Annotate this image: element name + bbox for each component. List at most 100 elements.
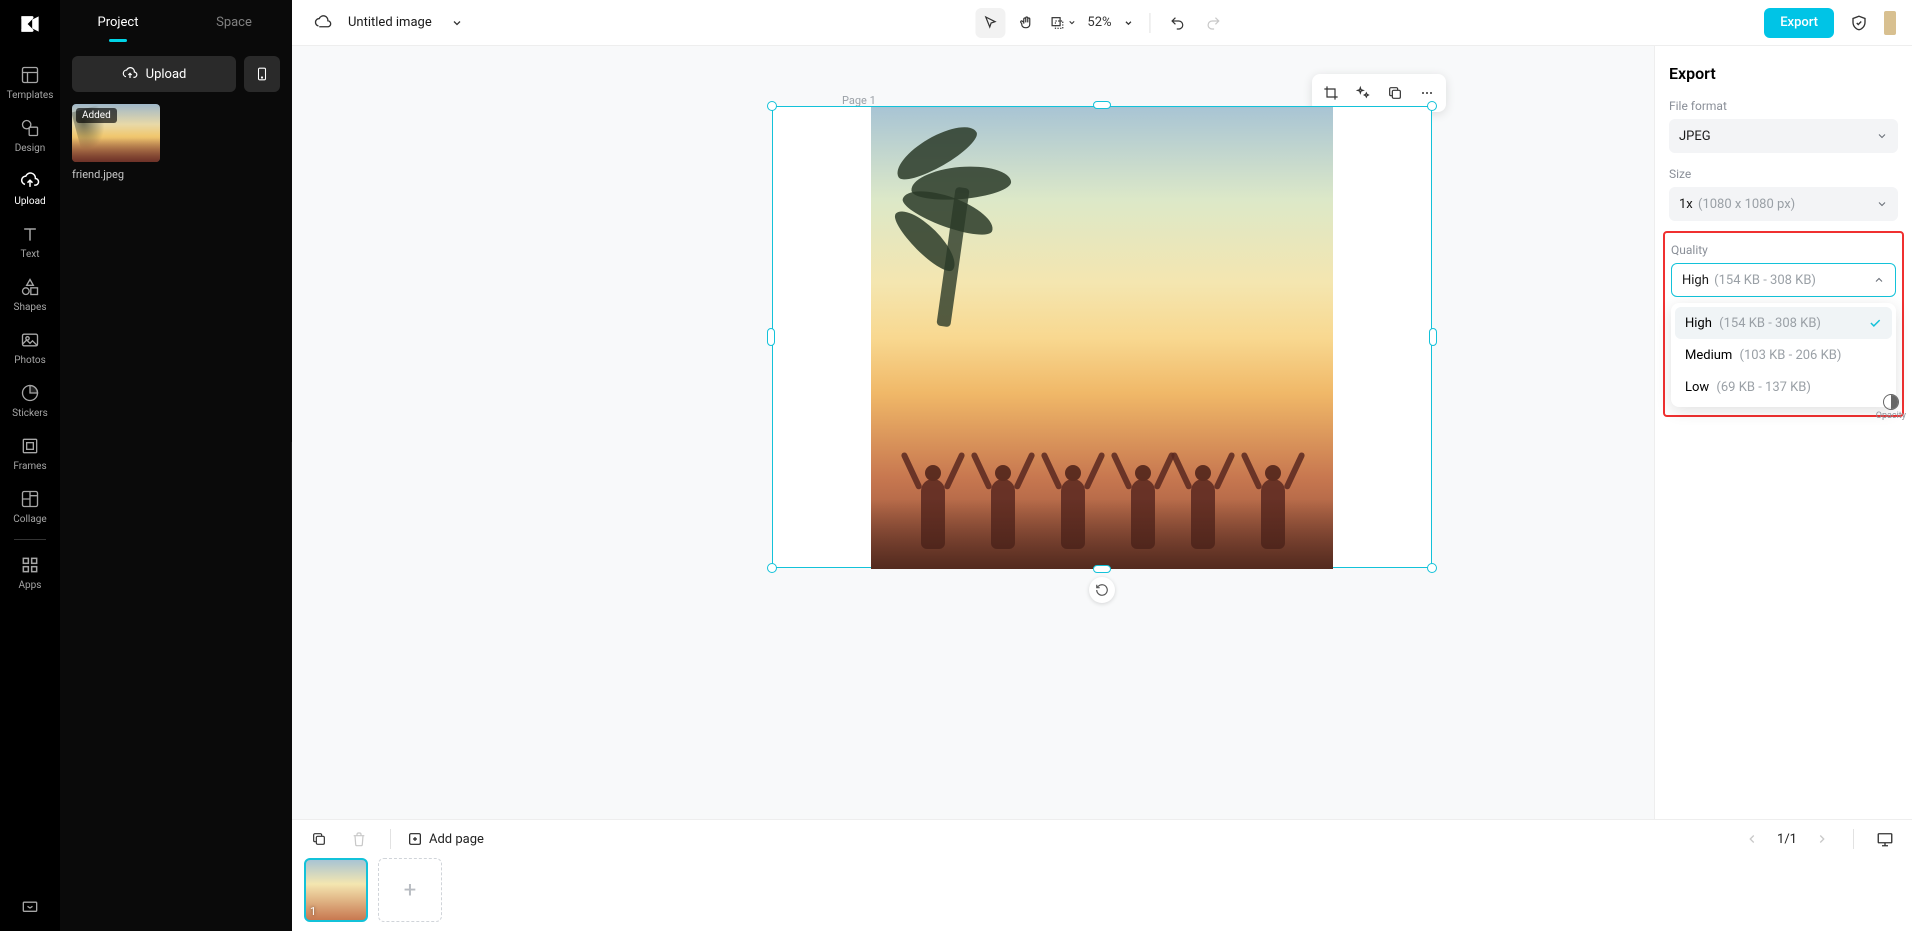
cloud-sync-button[interactable] [308, 8, 338, 38]
photos-icon [19, 329, 41, 351]
chevron-down-icon [451, 17, 463, 29]
file-format-select[interactable]: JPEG [1669, 119, 1898, 153]
left-rail: Templates Design Upload Text Shapes Phot… [0, 0, 60, 931]
presentation-icon [19, 897, 41, 919]
resize-handle-mr[interactable] [1429, 328, 1437, 346]
resize-handle-bl[interactable] [767, 563, 777, 573]
upload-icon [19, 170, 41, 192]
effects-button[interactable] [1348, 78, 1378, 108]
bottom-strip: Add page 1/1 1 + [292, 819, 1912, 931]
page-thumbnail-1[interactable]: 1 [304, 858, 368, 922]
doc-title-dropdown[interactable] [442, 8, 472, 38]
divider [1853, 829, 1854, 849]
selection-frame[interactable] [772, 106, 1432, 568]
pages-delete-button[interactable] [344, 824, 374, 854]
resize-handle-br[interactable] [1427, 563, 1437, 573]
media-thumbnail[interactable]: Added friend.jpeg [72, 104, 160, 181]
apps-icon [19, 554, 41, 576]
resize-dropdown[interactable] [1047, 8, 1077, 38]
rail-text[interactable]: Text [0, 215, 60, 268]
cloud-icon [314, 14, 332, 32]
quality-option-low[interactable]: Low (69 KB - 137 KB) [1675, 371, 1892, 403]
rail-label: Frames [13, 461, 46, 472]
document-title[interactable]: Untitled image [348, 15, 432, 30]
rotate-handle[interactable] [1089, 577, 1115, 603]
thumbnail-image: Added [72, 104, 160, 162]
duplicate-button[interactable] [1380, 78, 1410, 108]
crop-icon [1323, 85, 1339, 101]
resize-handle-tr[interactable] [1427, 101, 1437, 111]
chevron-down-icon [1876, 130, 1888, 142]
redo-button[interactable] [1199, 8, 1229, 38]
resize-handle-mb[interactable] [1093, 565, 1111, 573]
undo-icon [1170, 15, 1186, 31]
rail-divider [14, 539, 46, 540]
shield-button[interactable] [1844, 8, 1874, 38]
chevron-left-icon [1745, 832, 1759, 846]
collage-icon [19, 488, 41, 510]
thumbnail-filename: friend.jpeg [72, 168, 160, 181]
rail-shapes[interactable]: Shapes [0, 268, 60, 321]
page-add-tile[interactable]: + [378, 858, 442, 922]
divider [1150, 13, 1151, 33]
tab-space[interactable]: Space [176, 3, 292, 42]
undo-button[interactable] [1163, 8, 1193, 38]
hand-tool[interactable] [1011, 8, 1041, 38]
quality-option-high[interactable]: High (154 KB - 308 KB) [1675, 307, 1892, 339]
cursor-icon [982, 15, 998, 31]
resize-handle-tl[interactable] [767, 101, 777, 111]
chevron-down-icon [1876, 198, 1888, 210]
present-icon [1876, 830, 1894, 848]
rail-bottom-item[interactable] [0, 889, 60, 931]
upload-button[interactable]: Upload [72, 56, 236, 92]
resize-handle-ml[interactable] [767, 328, 775, 346]
copy-icon [311, 831, 327, 847]
app-logo[interactable] [14, 8, 46, 40]
templates-icon [19, 64, 41, 86]
crop-button[interactable] [1316, 78, 1346, 108]
shapes-icon [19, 276, 41, 298]
present-button[interactable] [1870, 824, 1900, 854]
export-button[interactable]: Export [1764, 8, 1834, 38]
size-select[interactable]: 1x (1080 x 1080 px) [1669, 187, 1898, 221]
rail-label: Design [15, 143, 46, 154]
stickers-icon [19, 382, 41, 404]
redo-icon [1206, 15, 1222, 31]
rail-templates[interactable]: Templates [0, 56, 60, 109]
upload-mobile-button[interactable] [244, 56, 280, 92]
rail-design[interactable]: Design [0, 109, 60, 162]
quality-dropdown: High (154 KB - 308 KB) Medium (103 KB - … [1671, 303, 1896, 407]
zoom-level[interactable]: 52% [1083, 15, 1137, 30]
canvas-image[interactable] [871, 107, 1333, 569]
resize-icon [1049, 15, 1065, 31]
pages-duplicate-button[interactable] [304, 824, 334, 854]
rail-label: Templates [7, 90, 54, 101]
chevron-right-icon [1815, 832, 1829, 846]
rail-label: Upload [14, 196, 45, 207]
quality-select[interactable]: High (154 KB - 308 KB) [1671, 263, 1896, 297]
quality-label: Quality [1671, 243, 1896, 257]
add-page-button[interactable]: Add page [407, 831, 484, 847]
duplicate-icon [1387, 85, 1403, 101]
cursor-tool[interactable] [975, 8, 1005, 38]
rail-photos[interactable]: Photos [0, 321, 60, 374]
quality-value: High (154 KB - 308 KB) [1682, 273, 1816, 288]
prev-page-button[interactable] [1737, 824, 1767, 854]
next-page-button[interactable] [1807, 824, 1837, 854]
rail-frames[interactable]: Frames [0, 427, 60, 480]
rail-apps[interactable]: Apps [0, 546, 60, 599]
tab-project[interactable]: Project [60, 3, 176, 42]
rail-collage[interactable]: Collage [0, 480, 60, 533]
rail-upload[interactable]: Upload [0, 162, 60, 215]
user-avatar[interactable] [1884, 11, 1896, 35]
resize-handle-mt[interactable] [1093, 101, 1111, 109]
trash-icon [351, 831, 367, 847]
rail-label: Collage [13, 514, 46, 525]
rail-stickers[interactable]: Stickers [0, 374, 60, 427]
export-panel: Export File format JPEG Size 1x (1080 x … [1654, 46, 1912, 819]
check-icon [1868, 316, 1882, 330]
add-page-icon [407, 831, 423, 847]
quality-option-medium[interactable]: Medium (103 KB - 206 KB) [1675, 339, 1892, 371]
opacity-control[interactable]: Opacity [1876, 394, 1906, 421]
file-format-label: File format [1669, 99, 1898, 113]
